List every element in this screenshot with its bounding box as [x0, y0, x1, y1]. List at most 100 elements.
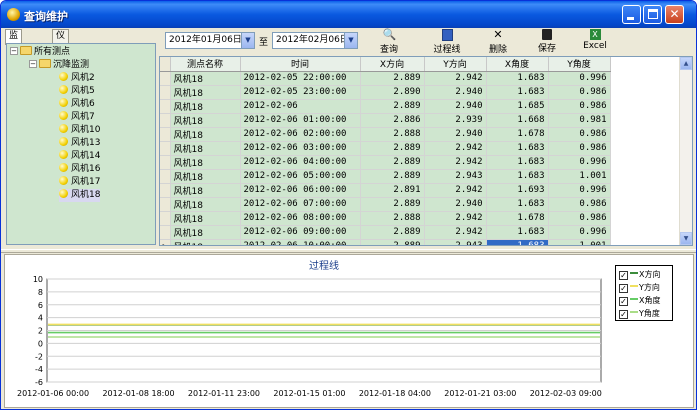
date-from-picker[interactable]: 2012年01月06日 ▼	[165, 32, 255, 49]
column-header[interactable]: 测点名称	[170, 57, 241, 72]
tree-leaf[interactable]: 风机16	[59, 163, 100, 176]
maximize-button[interactable]	[643, 5, 662, 24]
table-cell[interactable]: 2.889	[360, 141, 425, 156]
table-cell[interactable]: 0.986	[548, 197, 611, 212]
table-cell[interactable]: 风机18	[170, 211, 241, 226]
tree-leaf[interactable]: 风机10	[59, 124, 100, 137]
table-cell[interactable]: 1.668	[486, 113, 549, 128]
checkbox-checked-icon[interactable]: ✓	[619, 297, 628, 306]
table-cell[interactable]: 0.996	[548, 183, 611, 198]
table-cell[interactable]: 0.996	[548, 155, 611, 170]
table-row[interactable]: 风机18 2012-02-06 07:00:00 2.889 2.940 1.683 0.…	[160, 197, 611, 212]
table-cell[interactable]: 2.886	[360, 113, 425, 128]
table-cell[interactable]: 0.986	[548, 127, 611, 142]
tree-leaf[interactable]: 风机2	[59, 72, 95, 85]
table-cell[interactable]: 2012-02-06 02:00:00	[240, 127, 361, 142]
table-cell[interactable]: 2.943	[424, 169, 487, 184]
table-cell[interactable]: 1.683	[486, 169, 549, 184]
table-cell[interactable]: 0.996	[548, 225, 611, 240]
row-indicator[interactable]	[160, 99, 171, 114]
table-cell[interactable]: 2.942	[424, 71, 487, 86]
table-cell[interactable]: 2012-02-06 05:00:00	[240, 169, 361, 184]
table-row[interactable]: 风机18 2012-02-06 03:00:00 2.889 2.942 1.683 0.…	[160, 141, 611, 156]
table-cell[interactable]: 2.889	[360, 239, 425, 245]
scroll-up-icon[interactable]: ▲	[680, 57, 692, 70]
title-bar[interactable]: 查询维护 ✕	[1, 1, 696, 28]
table-cell[interactable]: 2012-02-05 23:00:00	[240, 85, 361, 100]
row-indicator[interactable]	[160, 127, 171, 142]
collapse-icon[interactable]: −	[10, 47, 18, 55]
row-indicator[interactable]: ▶	[160, 239, 171, 245]
table-row[interactable]: 风机18 2012-02-05 22:00:00 2.889 2.942 1.683 0.…	[160, 71, 611, 86]
column-header[interactable]: X方向	[360, 57, 425, 72]
table-cell[interactable]: 2.940	[424, 85, 487, 100]
table-cell[interactable]: 0.986	[548, 85, 611, 100]
collapse-icon[interactable]: −	[29, 60, 37, 68]
table-cell[interactable]: 2.891	[360, 183, 425, 198]
tree-leaf[interactable]: 风机17	[59, 176, 100, 189]
tree-leaf[interactable]: 风机18	[59, 189, 101, 202]
table-cell[interactable]: 2.940	[424, 197, 487, 212]
excel-button[interactable]: X Excel	[581, 29, 609, 55]
chevron-down-icon[interactable]: ▼	[241, 33, 254, 48]
tree-leaf[interactable]: 风机7	[59, 111, 95, 124]
table-cell[interactable]: 0.986	[548, 141, 611, 156]
table-cell[interactable]: 2.942	[424, 183, 487, 198]
table-cell[interactable]: 2012-02-06 03:00:00	[240, 141, 361, 156]
table-cell[interactable]: 1.683	[486, 85, 549, 100]
tree-root[interactable]: − 所有测点	[10, 46, 70, 59]
table-cell[interactable]: 2.942	[424, 225, 487, 240]
vertical-scrollbar[interactable]: ▲ ▼	[679, 57, 692, 245]
table-cell[interactable]: 2.888	[360, 127, 425, 142]
table-cell[interactable]: 2.942	[424, 141, 487, 156]
table-cell[interactable]: 0.986	[548, 211, 611, 226]
table-cell[interactable]: 2.942	[424, 211, 487, 226]
table-cell[interactable]: 1.001	[548, 169, 611, 184]
tree-leaf[interactable]: 风机13	[59, 137, 100, 150]
table-cell[interactable]: 风机18	[170, 85, 241, 100]
table-cell[interactable]: 2.889	[360, 71, 425, 86]
legend-item[interactable]: ✓ X方向	[619, 269, 660, 281]
table-cell[interactable]: 1.683	[486, 71, 549, 86]
table-cell[interactable]: 风机18	[170, 155, 241, 170]
table-cell[interactable]: 风机18	[170, 113, 241, 128]
legend-item[interactable]: ✓ Y方向	[619, 282, 660, 294]
table-cell[interactable]: 2.942	[424, 155, 487, 170]
table-cell[interactable]: 2.939	[424, 113, 487, 128]
table-cell[interactable]: 2.889	[360, 197, 425, 212]
row-indicator[interactable]	[160, 71, 171, 86]
row-indicator[interactable]	[160, 225, 171, 240]
table-cell[interactable]: 2012-02-06 07:00:00	[240, 197, 361, 212]
table-cell[interactable]: 风机18	[170, 141, 241, 156]
delete-button[interactable]: ✕ 删除	[486, 29, 510, 56]
checkbox-checked-icon[interactable]: ✓	[619, 310, 628, 319]
query-button[interactable]: 🔍 查询	[375, 29, 403, 56]
table-cell[interactable]: 2.890	[360, 85, 425, 100]
column-header[interactable]: 时间	[240, 57, 361, 72]
table-row[interactable]: 风机18 2012-02-06 09:00:00 2.889 2.942 1.683 0.…	[160, 225, 611, 240]
table-cell[interactable]: 2012-02-05 22:00:00	[240, 71, 361, 86]
legend-item[interactable]: ✓ Y角度	[619, 308, 660, 320]
table-cell[interactable]: 1.683	[486, 141, 549, 156]
table-cell[interactable]: 风机18	[170, 239, 241, 245]
tree-leaf[interactable]: 风机6	[59, 98, 95, 111]
date-to-picker[interactable]: 2012年02月06日 ▼	[272, 32, 358, 49]
table-cell[interactable]: 2012-02-06 08:00:00	[240, 211, 361, 226]
legend-item[interactable]: ✓ X角度	[619, 295, 660, 307]
table-cell[interactable]: 2.888	[360, 211, 425, 226]
table-cell[interactable]: 1.693	[486, 183, 549, 198]
column-header[interactable]: Y方向	[424, 57, 487, 72]
table-row[interactable]: 风机18 2012-02-06 2.889 2.940 1.685 0.986	[160, 99, 611, 114]
column-header[interactable]: Y角度	[548, 57, 611, 72]
column-header[interactable]: X角度	[486, 57, 549, 72]
table-cell[interactable]: 2012-02-06 04:00:00	[240, 155, 361, 170]
table-cell[interactable]: 风机18	[170, 183, 241, 198]
table-cell[interactable]: 1.683	[486, 197, 549, 212]
table-cell[interactable]: 1.678	[486, 211, 549, 226]
table-cell[interactable]: 2012-02-06 10:00:00	[240, 239, 361, 245]
table-cell[interactable]: 2.940	[424, 127, 487, 142]
save-button[interactable]: 保存	[535, 29, 559, 55]
tree-group[interactable]: − 沉降监测	[29, 59, 89, 72]
row-indicator[interactable]	[160, 155, 171, 170]
table-cell[interactable]: 风机18	[170, 225, 241, 240]
